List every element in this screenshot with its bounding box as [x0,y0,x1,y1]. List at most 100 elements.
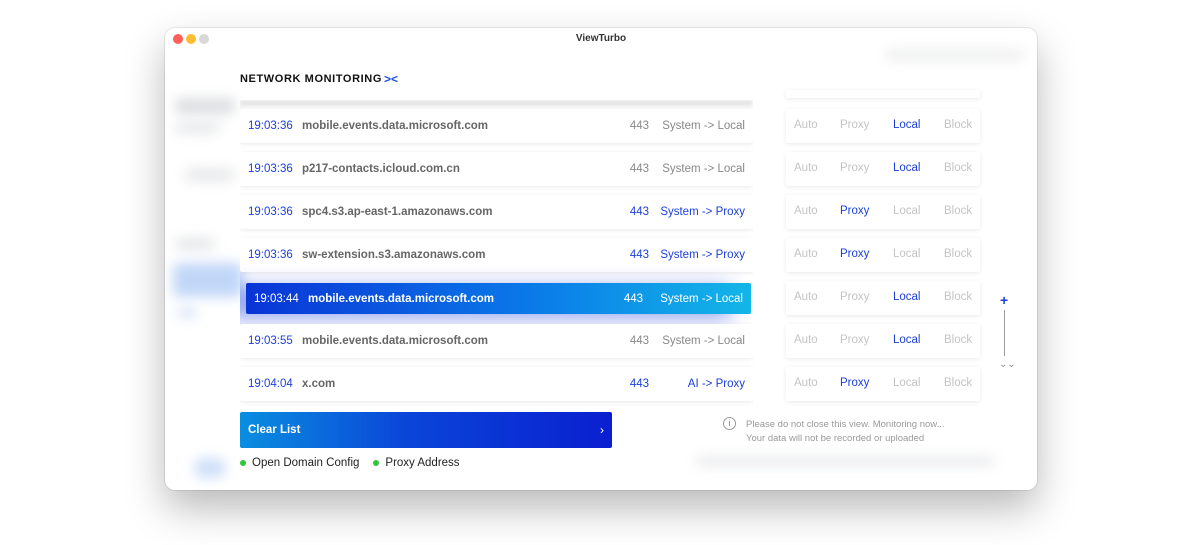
mode-auto-option[interactable]: Auto [794,162,818,174]
mode-proxy-option[interactable]: Proxy [840,334,869,346]
plus-icon[interactable]: + [1000,292,1008,308]
window-title: ViewTurbo [575,33,627,44]
row-route: System -> Local [662,335,745,347]
row-time: 19:03:55 [248,335,293,347]
background-panel [175,123,220,133]
status-dot-icon [240,460,246,466]
mode-auto-option[interactable]: Auto [794,205,818,217]
status-dot-icon [373,460,380,466]
table-row[interactable]: 19:03:55 mobile.events.data.microsoft.co… [240,324,753,358]
mode-local-option[interactable]: Local [893,205,921,217]
notice-line-2: Your data will not be recorded or upload… [746,433,925,444]
background-panel [695,456,995,466]
mode-selector-list: Auto Proxy Local Block Auto Proxy Local … [786,100,980,410]
background-panel [175,98,235,114]
open-domain-config-link[interactable]: Open Domain Config [240,457,359,469]
mode-block-option[interactable]: Block [944,205,972,217]
row-route: System -> Local [662,120,745,132]
table-row[interactable]: 19:03:36 p217-contacts.icloud.com.cn 443… [240,152,753,186]
title-bar: ViewTurbo [165,28,1037,50]
app-window: ViewTurbo NETWORK MONITORING >< 19:03:36… [165,28,1037,490]
row-domain: mobile.events.data.microsoft.com [302,120,488,132]
info-icon: i [723,417,736,430]
notice-line-1: Please do not close this view. Monitorin… [746,419,945,430]
table-row[interactable]: 19:03:36 spc4.s3.ap-east-1.amazonaws.com… [240,195,753,229]
mode-local-option[interactable]: Local [893,377,921,389]
proxy-address-label: Proxy Address [385,457,460,469]
row-domain: sw-extension.s3.amazonaws.com [302,249,486,261]
mode-block-option[interactable]: Block [944,248,972,260]
connection-list: 19:03:36 mobile.events.data.microsoft.co… [240,100,753,410]
mode-auto-option[interactable]: Auto [794,119,818,131]
mode-row-partial [786,90,980,98]
row-domain: x.com [302,378,336,390]
mode-row: Auto Proxy Local Block [786,367,980,401]
mode-proxy-option[interactable]: Proxy [840,119,869,131]
mode-block-option[interactable]: Block [944,119,972,131]
row-time: 19:03:44 [254,292,299,305]
row-route: System -> Proxy [660,206,745,218]
background-panel [177,308,197,318]
mode-local-option[interactable]: Local [893,119,921,131]
mode-local-option[interactable]: Local [893,291,921,303]
background-panel [175,238,215,250]
mode-row: Auto Proxy Local Block [786,195,980,229]
row-port: 443 [629,378,649,390]
mode-row: Auto Proxy Local Block [786,109,980,143]
mode-auto-option[interactable]: Auto [794,248,818,260]
open-domain-config-label: Open Domain Config [252,457,360,469]
clear-list-button[interactable]: Clear List › [240,412,612,448]
row-time: 19:03:36 [248,163,293,175]
background-panel [185,168,235,182]
mode-block-option[interactable]: Block [944,377,972,389]
row-port: 443 [629,249,649,261]
mode-auto-option[interactable]: Auto [794,334,818,346]
proxy-address-link[interactable]: Proxy Address [373,457,460,469]
clear-list-label: Clear List [248,424,301,436]
row-port: 443 [629,206,649,218]
mode-block-option[interactable]: Block [944,291,972,303]
row-port: 443 [623,292,643,305]
table-row[interactable]: 19:04:04 x.com 443 AI -> Proxy [240,367,753,401]
row-domain: spc4.s3.ap-east-1.amazonaws.com [302,206,493,218]
mode-local-option[interactable]: Local [893,334,921,346]
row-route: System -> Local [662,163,745,175]
row-time: 19:04:04 [248,378,293,390]
collapse-icon[interactable]: >< [384,72,398,86]
chevron-right-icon: › [600,423,604,437]
double-chevron-down-icon[interactable]: ⌄⌄ [999,359,1016,370]
page-title: NETWORK MONITORING [240,73,382,85]
mode-block-option[interactable]: Block [944,162,972,174]
mode-row: Auto Proxy Local Block [786,281,980,315]
row-port: 443 [629,335,649,347]
mode-local-option[interactable]: Local [893,162,921,174]
mode-auto-option[interactable]: Auto [794,291,818,303]
table-row[interactable]: 19:03:36 sw-extension.s3.amazonaws.com 4… [240,238,753,272]
mode-proxy-option[interactable]: Proxy [840,162,869,174]
footer-links: Open Domain Config Proxy Address [240,457,460,469]
row-domain: mobile.events.data.microsoft.com [308,292,494,305]
row-port: 443 [629,163,649,175]
mode-proxy-option[interactable]: Proxy [840,205,869,217]
table-row[interactable]: 19:03:36 mobile.events.data.microsoft.co… [240,109,753,143]
background-panel [195,458,225,478]
mode-row: Auto Proxy Local Block [786,238,980,272]
row-domain: mobile.events.data.microsoft.com [302,335,488,347]
row-time: 19:03:36 [248,120,293,132]
mode-proxy-option[interactable]: Proxy [840,377,869,389]
scroll-track[interactable] [1004,310,1005,356]
row-domain: p217-contacts.icloud.com.cn [302,163,460,175]
mode-proxy-option[interactable]: Proxy [840,291,869,303]
mode-auto-option[interactable]: Auto [794,377,818,389]
mode-block-option[interactable]: Block [944,334,972,346]
mode-local-option[interactable]: Local [893,248,921,260]
table-row-selected[interactable]: 19:03:44 mobile.events.data.microsoft.co… [246,283,751,314]
row-time: 19:03:36 [248,249,293,261]
row-time: 19:03:36 [248,206,293,218]
row-route: System -> Local [660,292,743,305]
row-route: AI -> Proxy [687,378,745,390]
mode-proxy-option[interactable]: Proxy [840,248,869,260]
list-fade [240,100,753,106]
background-panel [885,50,1025,60]
row-route: System -> Proxy [660,249,745,261]
